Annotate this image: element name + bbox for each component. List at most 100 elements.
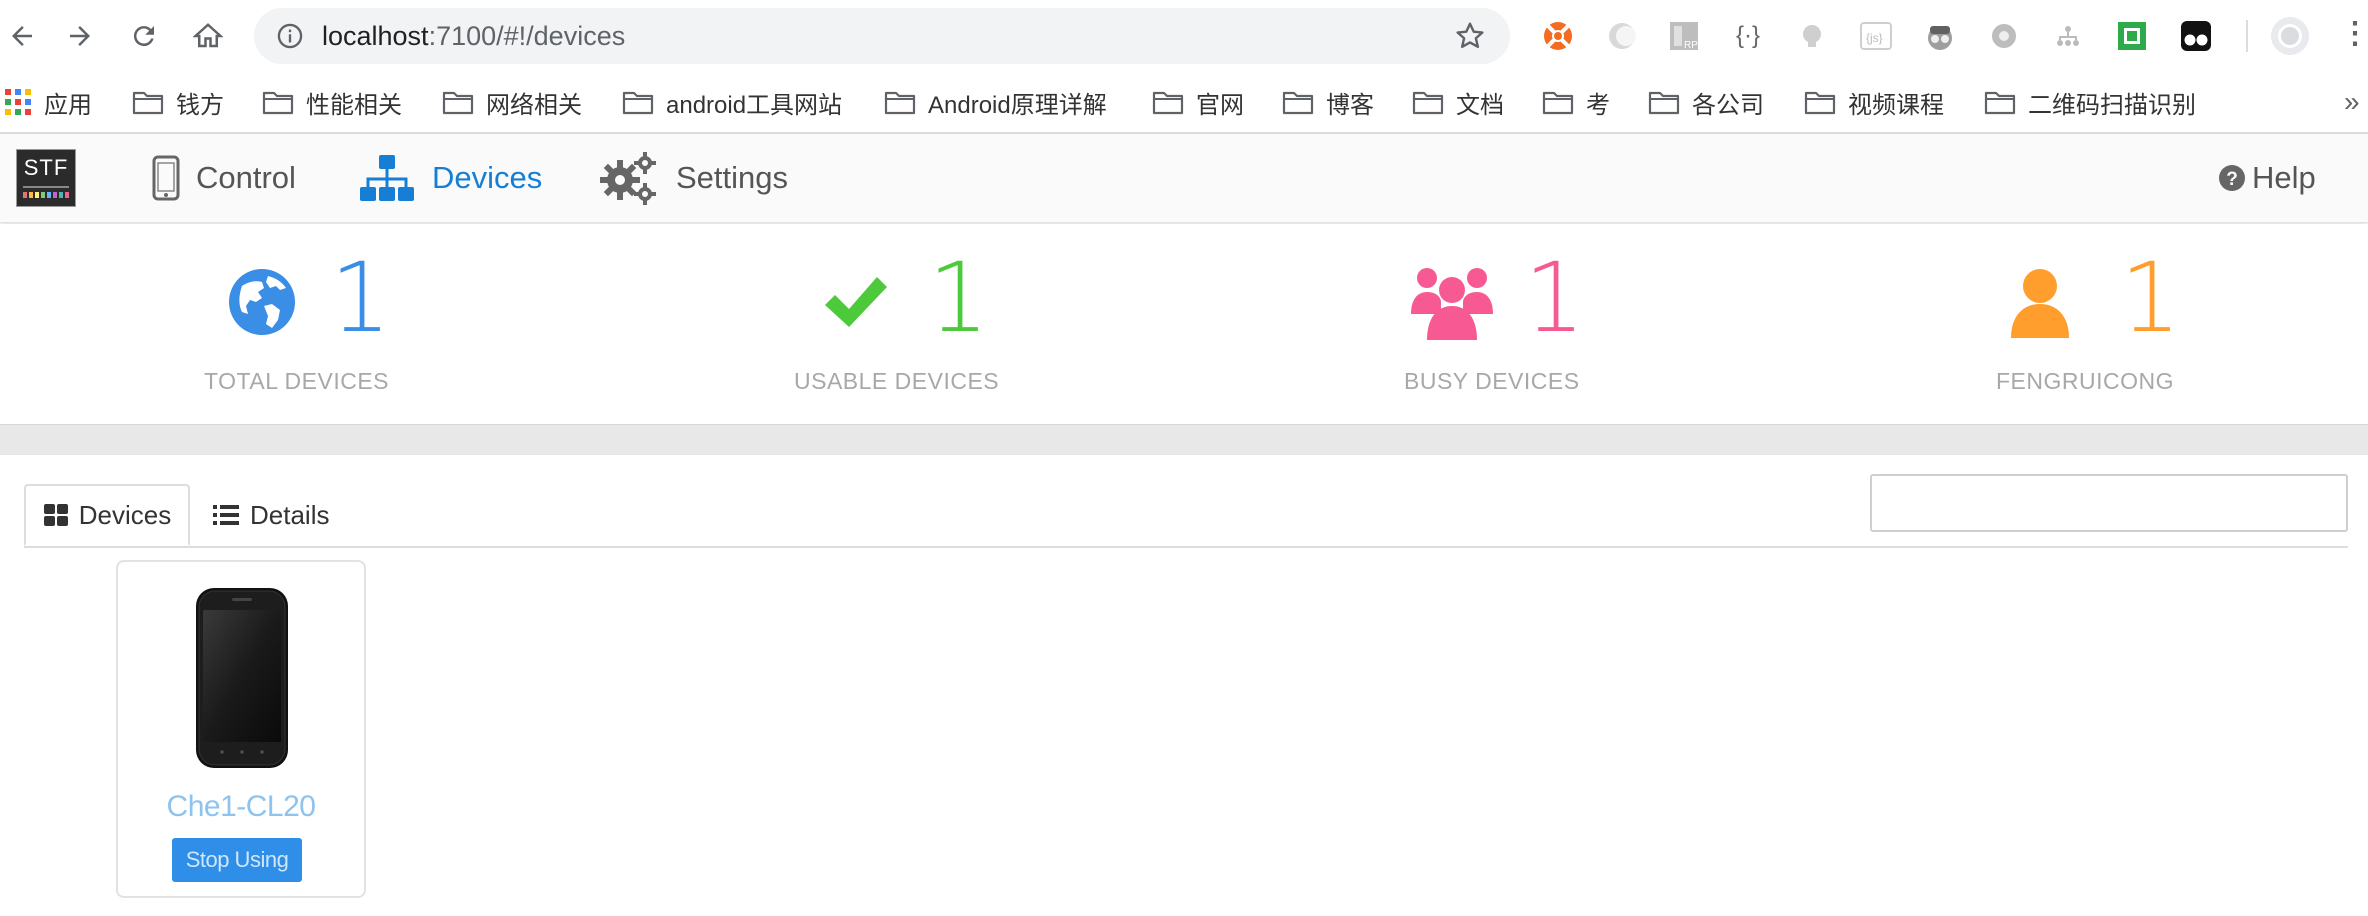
extension-json-icon[interactable]: {·}	[1730, 18, 1766, 54]
stat-usable-value: 1	[928, 242, 990, 354]
svg-text:RP: RP	[1684, 40, 1698, 51]
question-circle-icon: ?	[2219, 165, 2245, 191]
folder-icon	[1282, 91, 1314, 115]
home-icon	[193, 23, 223, 48]
nav-settings[interactable]: Settings	[598, 134, 788, 222]
info-icon[interactable]	[276, 22, 304, 55]
address-bar[interactable]: localhost:7100/#!/devices	[254, 8, 1510, 64]
bookmark-folder[interactable]: android工具网站	[622, 72, 842, 132]
extension-green-square-icon[interactable]	[2114, 18, 2150, 54]
bookmark-folder[interactable]: 博客	[1282, 72, 1374, 132]
bookmark-label: 考	[1586, 91, 1610, 119]
bookmark-label: 文档	[1456, 91, 1504, 119]
bookmark-folder[interactable]: Android原理详解	[884, 72, 1107, 132]
url-text[interactable]: localhost:7100/#!/devices	[322, 8, 625, 64]
bookmark-folder[interactable]: 钱方	[132, 72, 224, 132]
stop-using-button[interactable]: Stop Using	[172, 838, 302, 882]
url-host: localhost	[322, 21, 429, 51]
stat-user-label: FENGRUICONG	[1996, 368, 2174, 394]
forward-button[interactable]	[58, 14, 102, 58]
folder-icon	[1542, 91, 1574, 115]
stat-busy-label: BUSY DEVICES	[1404, 368, 1580, 394]
check-icon	[816, 262, 896, 342]
extension-tree-icon[interactable]	[2050, 18, 2086, 54]
reload-button[interactable]	[122, 14, 166, 58]
folder-icon	[262, 91, 294, 115]
phone-icon	[152, 155, 180, 201]
device-phone-image	[194, 586, 290, 775]
users-icon	[1404, 262, 1500, 342]
tab-devices[interactable]: Devices	[24, 484, 190, 546]
stf-navbar: STF Control Devices Settings ? Help	[0, 134, 2368, 223]
bookmark-label: android工具网站	[666, 91, 843, 119]
folder-icon	[1984, 91, 2016, 115]
stat-total-devices: 1 TOTAL DEVICES	[150, 224, 450, 424]
bookmark-label: 官网	[1196, 91, 1244, 119]
bookmarks-overflow-button[interactable]: »	[2344, 72, 2360, 132]
extension-bulb-icon[interactable]	[1794, 18, 1830, 54]
extension-flower-icon[interactable]	[1986, 18, 2022, 54]
bookmark-folder[interactable]: 各公司	[1648, 72, 1764, 132]
back-arrow-icon	[12, 26, 32, 46]
bookmark-folder[interactable]: 官网	[1152, 72, 1244, 132]
extension-lifebuoy-icon[interactable]	[1540, 18, 1576, 54]
bookmark-folder[interactable]: 性能相关	[262, 72, 402, 132]
browser-menu-icon[interactable]: ⋮	[2340, 14, 2368, 54]
gears-icon	[600, 152, 656, 205]
stat-busy-value: 1	[1524, 242, 1586, 354]
folder-icon	[1648, 91, 1680, 115]
nav-devices[interactable]: Devices	[358, 134, 542, 222]
bookmark-label: 博客	[1326, 91, 1374, 119]
nav-help-label: Help	[2252, 160, 2316, 195]
nav-control[interactable]: Control	[152, 134, 296, 222]
bookmark-folder[interactable]: 文档	[1412, 72, 1504, 132]
bookmark-label: 视频课程	[1848, 91, 1944, 119]
list-icon	[213, 505, 239, 525]
stf-logo[interactable]: STF	[16, 149, 76, 207]
stat-usable-devices: 1 USABLE DEVICES	[744, 224, 1044, 424]
extension-tampermonkey-icon[interactable]	[2178, 18, 2214, 54]
section-divider	[0, 424, 2368, 455]
extension-spy-icon[interactable]	[1922, 18, 1958, 54]
tabs-baseline	[24, 546, 2348, 548]
device-stats: 1 TOTAL DEVICES 1 USABLE DEVICES 1 BUSY …	[0, 224, 2368, 424]
bookmark-folder[interactable]: 视频课程	[1804, 72, 1944, 132]
extension-moon-icon[interactable]	[1604, 18, 1640, 54]
tab-details[interactable]: Details	[212, 484, 329, 546]
bookmark-folder[interactable]: 考	[1542, 72, 1610, 132]
forward-arrow-icon	[70, 26, 90, 46]
stat-total-label: TOTAL DEVICES	[204, 368, 390, 394]
toolbar-separator	[2246, 20, 2248, 52]
bookmark-star-icon[interactable]	[1454, 20, 1486, 57]
bookmark-folder[interactable]: 二维码扫描识别	[1984, 72, 2196, 132]
home-button[interactable]	[186, 14, 230, 58]
extension-js-icon[interactable]: {js}	[1858, 18, 1894, 54]
extension-rp-icon[interactable]: RP	[1666, 18, 1702, 54]
bookmark-label: Android原理详解	[928, 91, 1107, 119]
bookmark-apps[interactable]: 应用	[4, 72, 92, 132]
device-name[interactable]: Che1-CL20	[118, 790, 364, 824]
nav-control-label: Control	[196, 160, 296, 195]
profile-avatar[interactable]	[2270, 16, 2310, 56]
folder-icon	[1804, 91, 1836, 115]
stat-busy-devices: 1 BUSY DEVICES	[1340, 224, 1640, 424]
user-icon	[2000, 262, 2080, 342]
browser-toolbar: localhost:7100/#!/devices RP {·} {js} ⋮	[0, 0, 2368, 72]
bookmark-folder[interactable]: 网络相关	[442, 72, 582, 132]
tab-details-label: Details	[250, 499, 330, 530]
stf-logo-text: STF	[23, 155, 69, 180]
bookmark-label: 性能相关	[306, 91, 402, 119]
folder-icon	[1412, 91, 1444, 115]
folder-icon	[1152, 91, 1184, 115]
nav-help[interactable]: ? Help	[2218, 134, 2316, 222]
svg-text:{js}: {js}	[1866, 31, 1883, 45]
stf-logo-stripes	[23, 186, 69, 198]
apps-grid-icon	[5, 89, 31, 115]
device-search-input[interactable]	[1870, 474, 2348, 532]
folder-icon	[132, 91, 164, 115]
bookmark-label: 应用	[44, 91, 92, 119]
bookmarks-bar: 应用 钱方 性能相关 网络相关 android工具网站 Android原理详解 …	[0, 72, 2368, 134]
device-card[interactable]: Che1-CL20 Stop Using	[116, 560, 366, 898]
stat-user-value: 1	[2120, 242, 2182, 354]
back-button[interactable]	[0, 14, 44, 58]
